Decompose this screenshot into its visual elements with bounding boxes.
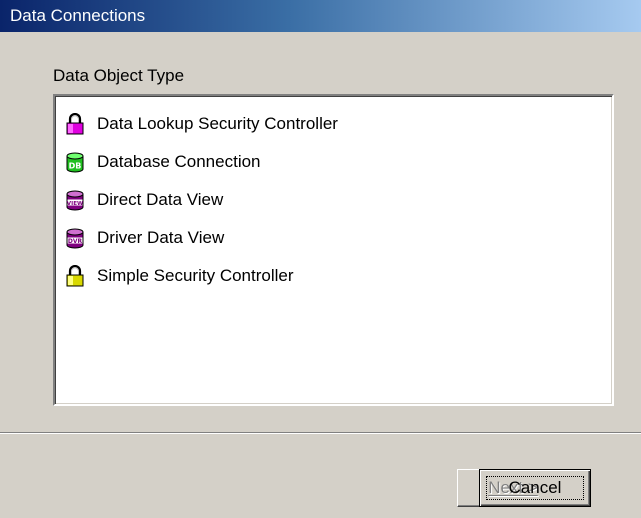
list-item-simple-security-controller[interactable]: Simple Security Controller (55, 257, 612, 295)
list-item-driver-data-view[interactable]: DVR Driver Data View (55, 219, 612, 257)
svg-text:DVR: DVR (68, 238, 83, 245)
list-item-label: Database Connection (97, 152, 261, 171)
list-item-direct-data-view[interactable]: VIEW Direct Data View (55, 181, 612, 219)
purple-view-icon: VIEW (65, 189, 85, 211)
magenta-lock-icon (65, 113, 85, 135)
data-object-type-label: Data Object Type (53, 66, 185, 85)
yellow-lock-icon (65, 265, 85, 287)
green-database-icon: DB (65, 151, 85, 173)
svg-text:DB: DB (69, 162, 82, 171)
data-connections-dialog: Data Connections Data Object Type Data L… (0, 0, 641, 518)
list-item-label: Driver Data View (97, 228, 225, 247)
button-area-divider (0, 432, 641, 434)
list-item-label: Simple Security Controller (97, 266, 294, 285)
data-object-type-list[interactable]: Data Lookup Security Controller DB Datab… (53, 94, 614, 406)
list-item-data-lookup-security-controller[interactable]: Data Lookup Security Controller (55, 105, 612, 143)
list-item-database-connection[interactable]: DB Database Connection (55, 143, 612, 181)
window-title: Data Connections (10, 6, 146, 25)
title-bar[interactable]: Data Connections (0, 0, 641, 32)
purple-dvr-icon: DVR (65, 227, 85, 249)
svg-text:VIEW: VIEW (67, 201, 83, 207)
cancel-button-label: Cancel (508, 478, 562, 497)
list-item-label: Direct Data View (97, 190, 224, 209)
list-item-label: Data Lookup Security Controller (97, 114, 338, 133)
